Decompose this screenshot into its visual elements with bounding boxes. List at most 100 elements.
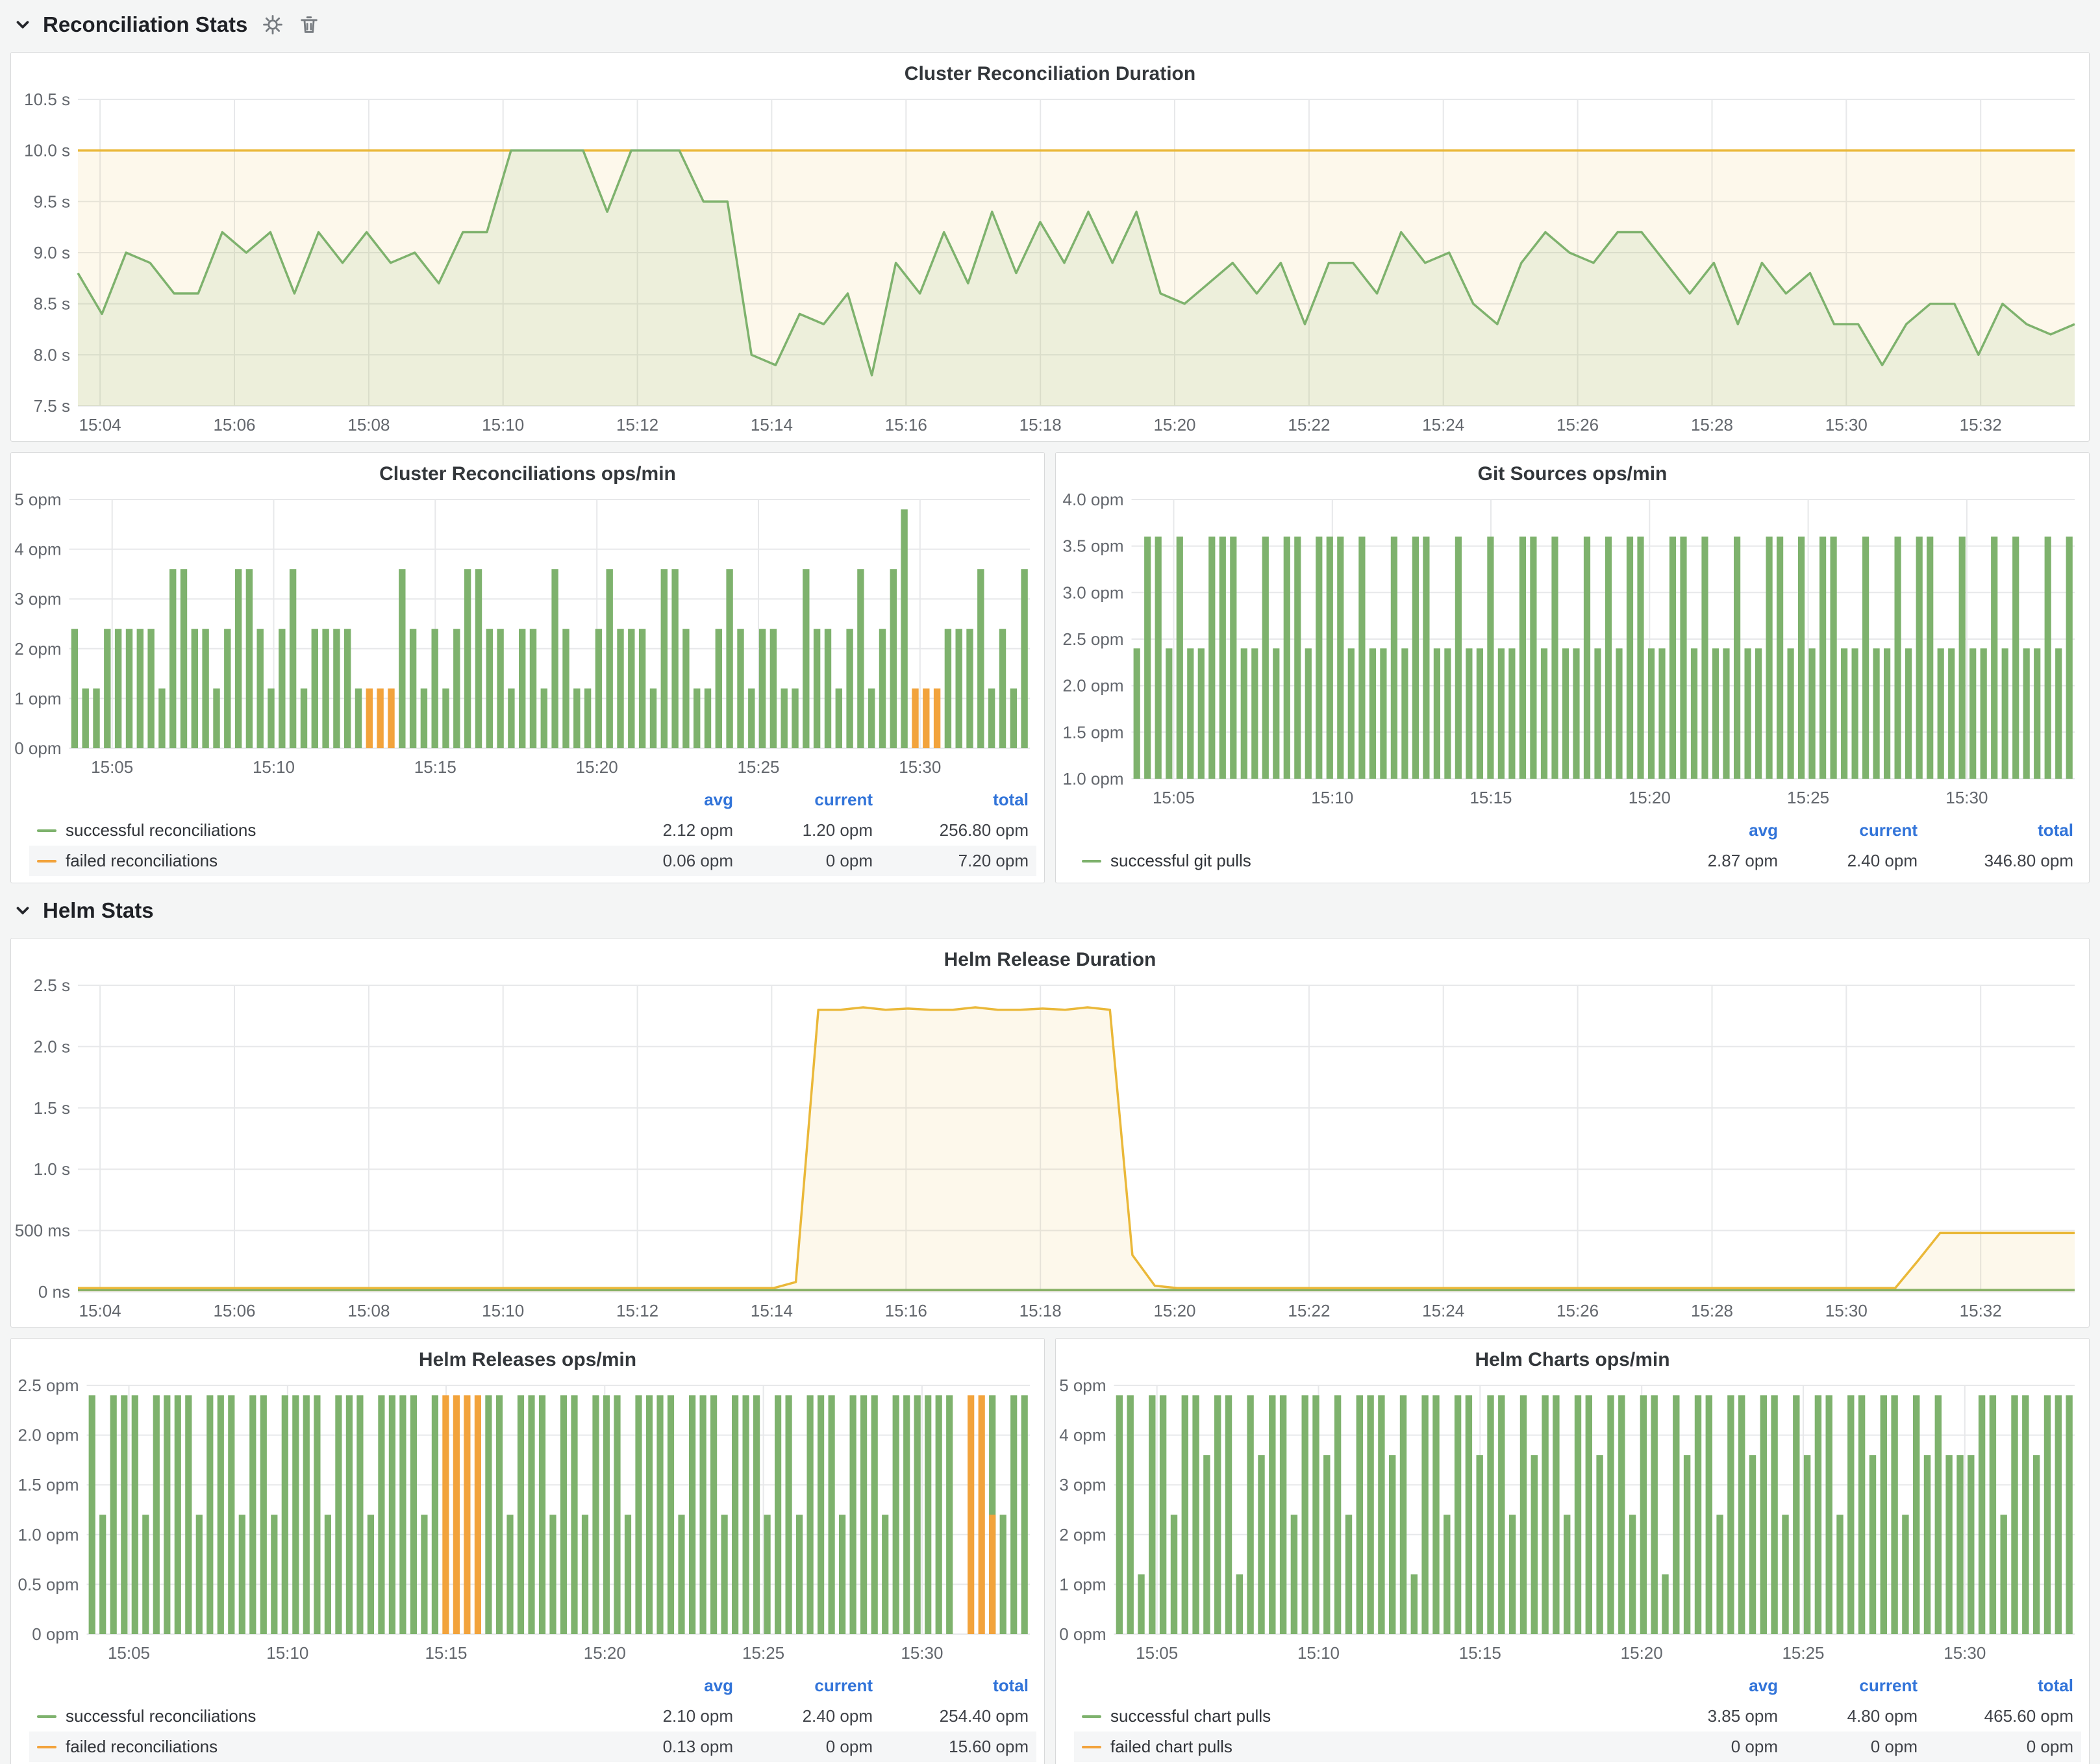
plot-area: 1.0 opm1.5 opm2.0 opm2.5 opm3.0 opm3.5 o… [1056, 489, 2089, 814]
series-color-dash [37, 1746, 56, 1748]
chart-helm-releases-opm[interactable]: 0 opm0.5 opm1.0 opm1.5 opm2.0 opm2.5 opm… [11, 1375, 1044, 1669]
svg-text:15:30: 15:30 [899, 757, 941, 777]
panel-cluster-ops: Cluster Reconciliations ops/min 0 opm1 o… [10, 452, 1045, 883]
gear-icon[interactable] [262, 14, 284, 36]
chart-helm-charts-opm[interactable]: 0 opm1 opm2 opm3 opm4 opm5 opm15:0515:10… [1056, 1375, 2089, 1669]
legend-value: 2.40 opm [741, 1701, 881, 1732]
panel-title-cluster-ops[interactable]: Cluster Reconciliations ops/min [11, 453, 1044, 489]
svg-text:15:05: 15:05 [1153, 788, 1195, 807]
panel-title-helm-releases[interactable]: Helm Releases ops/min [11, 1339, 1044, 1375]
chart-cluster-reconciliation-duration[interactable]: 7.5 s8.0 s8.5 s9.0 s9.5 s10.0 s10.5 s15:… [11, 89, 2089, 441]
legend-header-total[interactable]: total [881, 1670, 1036, 1701]
svg-text:0 ns: 0 ns [38, 1282, 70, 1302]
legend-row: successful reconciliations2.12 opm1.20 o… [29, 815, 1036, 846]
legend-series-label[interactable]: successful reconciliations [29, 1701, 601, 1732]
svg-text:7.5 s: 7.5 s [34, 396, 70, 416]
svg-text:15:28: 15:28 [1691, 415, 1733, 435]
svg-text:15:22: 15:22 [1288, 415, 1330, 435]
svg-text:5 opm: 5 opm [1059, 1376, 1106, 1395]
svg-text:15:30: 15:30 [1825, 415, 1868, 435]
legend-header-avg[interactable]: avg [601, 785, 741, 815]
legend-series-label[interactable]: failed reconciliations [29, 1732, 601, 1762]
svg-text:3.0 opm: 3.0 opm [1063, 583, 1124, 602]
legend-spacer [1074, 825, 1646, 836]
legend-value: 2.40 opm [1786, 846, 1925, 876]
svg-text:1 opm: 1 opm [14, 688, 61, 708]
legend-value: 1.20 opm [741, 815, 881, 846]
legend-header-avg[interactable]: avg [1646, 1670, 1786, 1701]
svg-text:15:15: 15:15 [1459, 1643, 1501, 1663]
svg-text:15:30: 15:30 [1825, 1301, 1868, 1320]
panel-title-helm-charts[interactable]: Helm Charts ops/min [1056, 1339, 2089, 1375]
legend-series-label[interactable]: failed reconciliations [29, 846, 601, 876]
legend-value: 346.80 opm [1925, 846, 2081, 876]
grafana-dashboard: Reconciliation Stats Cluster Reconciliat… [0, 0, 2100, 1764]
chart-cluster-reconciliations-opm[interactable]: 0 opm1 opm2 opm3 opm4 opm5 opm15:0515:10… [11, 489, 1044, 783]
svg-text:15:28: 15:28 [1691, 1301, 1733, 1320]
legend-row: failed reconciliations0.13 opm0 opm15.60… [29, 1732, 1036, 1762]
panel-git-sources: Git Sources ops/min 1.0 opm1.5 opm2.0 op… [1055, 452, 2090, 883]
svg-text:0 opm: 0 opm [1059, 1624, 1106, 1644]
section-title-helm[interactable]: Helm Stats [43, 898, 154, 923]
svg-text:3.5 opm: 3.5 opm [1063, 536, 1124, 556]
panel-row-helm-ops: Helm Releases ops/min 0 opm0.5 opm1.0 op… [10, 1338, 2090, 1764]
section-header-reconciliation[interactable]: Reconciliation Stats [10, 8, 2090, 42]
svg-text:15:26: 15:26 [1556, 1301, 1599, 1320]
svg-text:0 opm: 0 opm [32, 1624, 79, 1644]
legend-header-avg[interactable]: avg [1646, 815, 1786, 846]
chevron-down-icon [13, 15, 32, 34]
legend-value: 0.06 opm [601, 846, 741, 876]
svg-text:15:30: 15:30 [1945, 788, 1988, 807]
svg-text:1.0 opm: 1.0 opm [1063, 769, 1124, 788]
legend-header-current[interactable]: current [741, 785, 881, 815]
trash-icon[interactable] [298, 14, 320, 36]
svg-text:9.5 s: 9.5 s [34, 192, 70, 211]
svg-text:15:20: 15:20 [1153, 1301, 1195, 1320]
svg-text:15:14: 15:14 [751, 415, 793, 435]
legend-value: 0 opm [1786, 1732, 1925, 1762]
legend-spacer [1074, 1681, 1646, 1691]
legend-header-total[interactable]: total [1925, 815, 2081, 846]
legend-row: successful chart pulls3.85 opm4.80 opm46… [1074, 1701, 2081, 1732]
svg-text:15:30: 15:30 [901, 1643, 943, 1663]
legend-header-avg[interactable]: avg [601, 1670, 741, 1701]
legend-value: 2.10 opm [601, 1701, 741, 1732]
legend-series-label[interactable]: successful chart pulls [1074, 1701, 1646, 1732]
legend-header-total[interactable]: total [1925, 1670, 2081, 1701]
panel-title-helm-duration[interactable]: Helm Release Duration [11, 939, 2089, 975]
svg-text:15:24: 15:24 [1422, 415, 1464, 435]
legend-header-total[interactable]: total [881, 785, 1036, 815]
svg-text:8.0 s: 8.0 s [34, 345, 70, 364]
svg-text:15:20: 15:20 [1153, 415, 1195, 435]
panel-title-cluster-duration[interactable]: Cluster Reconciliation Duration [11, 53, 2089, 89]
legend-value: 2.12 opm [601, 815, 741, 846]
chart-git-sources-opm[interactable]: 1.0 opm1.5 opm2.0 opm2.5 opm3.0 opm3.5 o… [1056, 489, 2089, 814]
svg-text:2.0 opm: 2.0 opm [18, 1426, 79, 1445]
svg-text:15:18: 15:18 [1019, 1301, 1062, 1320]
svg-text:4 opm: 4 opm [1059, 1426, 1106, 1445]
svg-text:1.0 opm: 1.0 opm [18, 1525, 79, 1544]
svg-text:15:30: 15:30 [1944, 1643, 1986, 1663]
legend-header-current[interactable]: current [1786, 815, 1925, 846]
svg-text:5 opm: 5 opm [14, 490, 61, 509]
chart-helm-release-duration[interactable]: 0 ns500 ms1.0 s1.5 s2.0 s2.5 s15:0415:06… [11, 975, 2089, 1327]
svg-text:15:15: 15:15 [425, 1643, 467, 1663]
svg-text:15:20: 15:20 [584, 1643, 626, 1663]
legend-series-label[interactable]: successful git pulls [1074, 846, 1646, 876]
legend-value: 4.80 opm [1786, 1701, 1925, 1732]
legend-header-current[interactable]: current [741, 1670, 881, 1701]
svg-text:15:10: 15:10 [482, 1301, 524, 1320]
section-header-helm[interactable]: Helm Stats [10, 894, 2090, 927]
legend-header-current[interactable]: current [1786, 1670, 1925, 1701]
legend-row: failed chart pulls0 opm0 opm0 opm [1074, 1732, 2081, 1762]
svg-text:15:05: 15:05 [1136, 1643, 1178, 1663]
section-title-reconciliation[interactable]: Reconciliation Stats [43, 12, 247, 37]
svg-text:2.0 opm: 2.0 opm [1063, 676, 1124, 696]
legend-series-label[interactable]: failed chart pulls [1074, 1732, 1646, 1762]
svg-text:8.5 s: 8.5 s [34, 294, 70, 314]
legend-series-label[interactable]: successful reconciliations [29, 815, 601, 846]
legend-git-sources: avgcurrenttotalsuccessful git pulls2.87 … [1056, 814, 2089, 883]
svg-text:4.0 opm: 4.0 opm [1063, 490, 1124, 509]
svg-text:3 opm: 3 opm [14, 589, 61, 609]
panel-title-git-sources[interactable]: Git Sources ops/min [1056, 453, 2089, 489]
